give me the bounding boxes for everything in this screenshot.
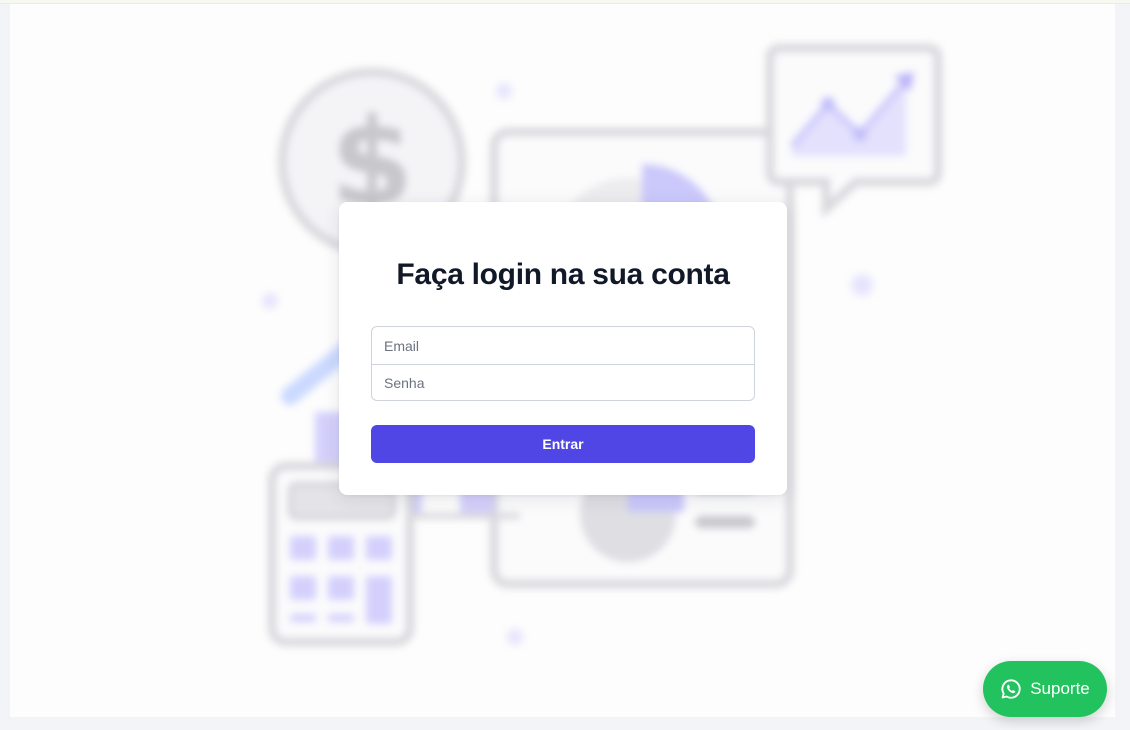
credentials-group <box>371 326 755 401</box>
page-background: $ Faça login na sua conta Email Entrar <box>10 4 1115 717</box>
password-input[interactable] <box>372 364 754 400</box>
support-button[interactable]: Suporte <box>983 661 1107 717</box>
whatsapp-icon <box>1000 678 1022 700</box>
login-title: Faça login na sua conta <box>396 258 730 291</box>
login-card: Faça login na sua conta Entrar <box>339 202 787 495</box>
support-label: Suporte <box>1030 679 1090 698</box>
email-input[interactable] <box>372 327 754 364</box>
trend-chart-bubble-icon <box>766 44 942 218</box>
login-button[interactable]: Entrar <box>371 425 755 463</box>
